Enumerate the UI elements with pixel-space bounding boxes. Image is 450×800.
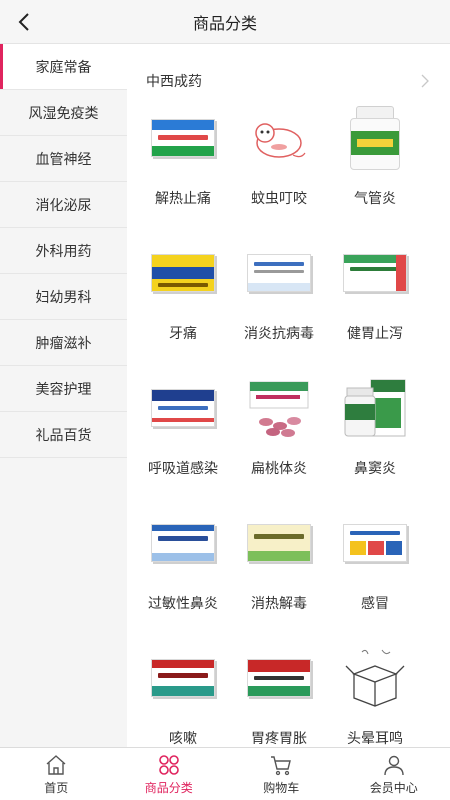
subcategory-grid: 解热止痛 蚊虫叮咬 气管炎 牙痛 消炎抗病毒 健胃止泻 呼吸道感染 扁桃体炎 鼻… xyxy=(135,102,435,747)
sidebar-item-vascular[interactable]: 血管神经 xyxy=(0,136,127,182)
category-content: 中西成药 解热止痛 蚊虫叮咬 气管炎 牙痛 消炎抗病毒 健胃止泻 呼吸道感染 扁… xyxy=(127,44,450,747)
subcategory-item[interactable]: 蚊虫叮咬 xyxy=(231,102,327,237)
page-title: 商品分类 xyxy=(192,13,257,33)
sidebar-item-label: 风湿免疫类 xyxy=(28,105,99,122)
subcategory-item[interactable]: 扁桃体炎 xyxy=(231,372,327,507)
section-title: 中西成药 xyxy=(146,74,202,90)
subcategory-label: 气管炎 xyxy=(354,191,396,207)
subcategory-item[interactable]: 气管炎 xyxy=(327,102,423,237)
tab-label: 首页 xyxy=(44,780,69,795)
category-sidebar: 家庭常备 风湿免疫类 血管神经 消化泌尿 外科用药 妇幼男科 肿瘤滋补 美容护理… xyxy=(0,44,127,747)
subcategory-item[interactable]: 咳嗽 xyxy=(135,642,231,747)
green-stripe-medicine-box-icon xyxy=(339,239,411,307)
subcategory-item[interactable]: 感冒 xyxy=(327,507,423,642)
sidebar-item-family[interactable]: 家庭常备 xyxy=(0,44,127,90)
sidebar-item-gifts[interactable]: 礼品百货 xyxy=(0,412,127,458)
subcategory-item[interactable]: 胃疼胃胀 xyxy=(231,642,327,747)
sidebar-item-beauty[interactable]: 美容护理 xyxy=(0,366,127,412)
sidebar-item-tumor-tonic[interactable]: 肿瘤滋补 xyxy=(0,320,127,366)
yellow-medicine-box-icon xyxy=(147,239,219,307)
subcategory-item[interactable]: 牙痛 xyxy=(135,237,231,372)
red-green-medicine-box-icon xyxy=(243,644,315,712)
red-medicine-box-icon xyxy=(147,644,219,712)
subcategory-label: 蚊虫叮咬 xyxy=(251,191,307,207)
empty-box-placeholder-icon xyxy=(339,644,411,712)
section-header[interactable]: 中西成药 xyxy=(127,68,450,94)
home-icon xyxy=(46,754,66,775)
subcategory-item[interactable]: 消炎抗病毒 xyxy=(231,237,327,372)
sidebar-item-label: 血管神经 xyxy=(35,151,92,168)
subcategory-item[interactable]: 消热解毒 xyxy=(231,507,327,642)
subcategory-item[interactable]: 过敏性鼻炎 xyxy=(135,507,231,642)
subcategory-label: 牙痛 xyxy=(169,326,197,342)
back-button[interactable] xyxy=(10,8,38,36)
sidebar-item-digestive[interactable]: 消化泌尿 xyxy=(0,182,127,228)
subcategory-label: 胃疼胃胀 xyxy=(251,731,307,747)
subcategory-label: 呼吸道感染 xyxy=(148,461,218,477)
subcategory-item[interactable]: 健胃止泻 xyxy=(327,237,423,372)
back-arrow-icon xyxy=(18,13,29,31)
sidebar-item-label: 礼品百货 xyxy=(35,427,92,444)
subcategory-item[interactable]: 头晕耳鸣 xyxy=(327,642,423,747)
sidebar-item-label: 美容护理 xyxy=(35,381,92,398)
subcategory-label: 解热止痛 xyxy=(155,191,211,207)
subcategory-label: 消热解毒 xyxy=(251,596,307,612)
tab-member[interactable]: 会员中心 xyxy=(338,748,450,800)
subcategory-label: 鼻窦炎 xyxy=(354,461,396,477)
blue-medicine-box-icon xyxy=(147,374,219,442)
tab-home[interactable]: 首页 xyxy=(0,748,113,800)
subcategory-label: 扁桃体炎 xyxy=(251,461,307,477)
subcategory-label: 头晕耳鸣 xyxy=(347,731,403,747)
subcategory-item[interactable]: 解热止痛 xyxy=(135,102,231,237)
sidebar-item-label: 消化泌尿 xyxy=(35,197,92,214)
tab-label: 购物车 xyxy=(263,780,300,795)
sidebar-item-label: 家庭常备 xyxy=(35,59,92,76)
bottom-tab-bar: 首页 商品分类 购物车 会员中心 xyxy=(0,747,450,800)
cart-icon xyxy=(271,755,292,775)
white-medicine-box-icon xyxy=(243,239,315,307)
tab-label: 商品分类 xyxy=(144,780,193,795)
user-icon xyxy=(384,755,404,775)
green-bottle-and-box-icon xyxy=(339,374,411,442)
green-medicine-bottle-icon xyxy=(339,104,411,172)
subcategory-label: 健胃止泻 xyxy=(347,326,403,342)
yellow-green-medicine-box-icon xyxy=(243,509,315,577)
sidebar-item-rheumatism[interactable]: 风湿免疫类 xyxy=(0,90,127,136)
pink-pills-box-icon xyxy=(243,374,315,442)
sidebar-item-surgical[interactable]: 外科用药 xyxy=(0,228,127,274)
tab-cart[interactable]: 购物车 xyxy=(225,748,338,800)
subcategory-label: 感冒 xyxy=(361,596,389,612)
subcategory-label: 咳嗽 xyxy=(169,731,197,747)
medicine-box-blue-green-icon xyxy=(147,104,219,172)
blue-stripe-medicine-box-icon xyxy=(147,509,219,577)
sidebar-item-women-children[interactable]: 妇幼男科 xyxy=(0,274,127,320)
tab-label: 会员中心 xyxy=(369,780,418,795)
category-icon xyxy=(158,754,179,775)
sidebar-item-label: 外科用药 xyxy=(35,243,92,260)
subcategory-label: 过敏性鼻炎 xyxy=(148,596,218,612)
tab-category[interactable]: 商品分类 xyxy=(113,748,226,800)
app: 商品分类 家庭常备 风湿免疫类 血管神经 消化泌尿 外科用药 妇幼男科 肿瘤滋补… xyxy=(0,0,450,800)
sidebar-item-label: 妇幼男科 xyxy=(35,289,92,306)
sidebar-item-label: 肿瘤滋补 xyxy=(35,335,92,352)
cartoon-bug-icon xyxy=(243,104,315,172)
chevron-right-icon xyxy=(421,74,429,88)
subcategory-item[interactable]: 呼吸道感染 xyxy=(135,372,231,507)
subcategory-label: 消炎抗病毒 xyxy=(244,326,314,342)
header-bar: 商品分类 xyxy=(0,0,450,44)
subcategory-item[interactable]: 鼻窦炎 xyxy=(327,372,423,507)
colorful-medicine-box-icon xyxy=(339,509,411,577)
